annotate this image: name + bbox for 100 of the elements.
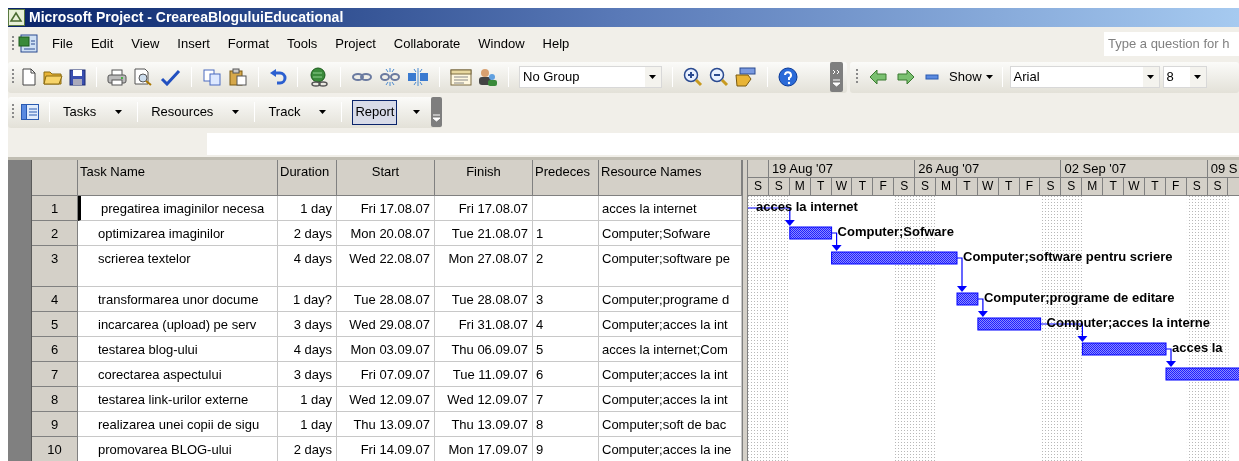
help-icon[interactable] [778,67,798,87]
help-search-field[interactable]: Type a question for h [1104,31,1239,56]
resource-names-cell: Computer;software pe [599,246,742,287]
predecessors-cell [533,196,599,221]
menu-item[interactable]: Window [478,33,525,54]
copy-icon[interactable] [202,68,222,86]
row-number[interactable]: 5 [32,312,78,337]
project-guide-icon[interactable] [21,104,39,120]
row-number[interactable]: 6 [32,337,78,362]
menu-item[interactable]: Project [335,33,376,54]
finish-date-cell: Mon 27.08.07 [435,246,533,287]
predecessors-cell: 6 [533,362,599,387]
timescale-day: W [1124,178,1145,195]
show-menu-button[interactable]: Show [949,67,994,87]
font-size-dropdown[interactable]: 8 [1162,66,1207,88]
dropdown-caret-icon[interactable] [232,110,241,114]
menu-item[interactable]: Tools [287,33,318,54]
minus-icon[interactable] [925,74,939,80]
row-number[interactable]: 10 [32,437,78,461]
save-icon[interactable] [69,68,86,86]
split-task-icon[interactable] [407,67,429,87]
task-information-icon[interactable] [450,68,472,86]
start-date-cell: Wed 22.08.07 [337,246,435,287]
resource-names-cell: Computer;soft de bac [599,412,742,437]
timescale-day: T [1144,178,1166,195]
back-arrow-icon[interactable] [869,69,887,85]
link-icon[interactable] [351,70,373,84]
bar-label: acces la internet [756,199,858,214]
print-preview-icon[interactable] [133,68,153,86]
spelling-check-icon[interactable] [159,68,181,86]
menu-item[interactable]: Help [542,33,570,54]
task-bar[interactable] [789,226,833,240]
unlink-icon[interactable] [379,67,401,87]
row-number[interactable]: 2 [32,221,78,246]
select-all-corner[interactable] [32,160,78,196]
menu-item[interactable]: View [131,33,160,54]
row-number[interactable]: 4 [32,287,78,312]
guide-tab[interactable]: Tasks [60,99,100,125]
row-number[interactable]: 9 [32,412,78,437]
timescale-day: F [1019,178,1041,195]
new-document-icon[interactable] [21,68,37,86]
finish-date-cell: Thu 06.09.07 [435,337,533,362]
pane-splitter[interactable] [742,160,748,461]
column-header[interactable]: Duration [278,160,337,196]
row-number[interactable]: 7 [32,362,78,387]
caret-down-icon [1193,75,1202,79]
bar-label: Computer;software pentru scriere [963,249,1173,264]
globe-link-icon[interactable] [308,67,330,87]
font-dropdown[interactable]: Arial [1009,66,1160,88]
bar-label: Computer;programe de editare [983,290,1175,305]
dropdown-caret-icon[interactable] [115,110,124,114]
timescale-week: 09 S [1207,160,1239,177]
open-folder-icon[interactable] [43,68,63,86]
printer-icon[interactable] [107,68,127,86]
column-header[interactable]: Finish [435,160,533,196]
forward-arrow-icon[interactable] [897,69,915,85]
column-header[interactable]: Predeces [533,160,599,196]
dropdown-caret-icon[interactable] [319,110,328,114]
task-bar[interactable] [831,251,958,265]
dropdown-caret-icon[interactable] [413,110,422,114]
predecessors-cell: 7 [533,387,599,412]
resource-names-cell: Computer;programe d [599,287,742,312]
zoom-in-icon[interactable] [683,67,703,87]
app-icon [8,9,25,26]
menu-item[interactable]: Edit [90,33,114,54]
toolbar-options-icon[interactable] [830,62,843,92]
project-document-icon[interactable] [18,33,40,54]
task-bar[interactable] [1165,367,1239,381]
row-number[interactable]: 1 [32,196,78,221]
task-bar[interactable] [977,317,1042,331]
row-number[interactable]: 3 [32,246,78,287]
timescale-day: S [1040,178,1062,195]
finish-date-cell: Thu 13.09.07 [435,412,533,437]
menu-item[interactable]: Collaborate [393,33,461,54]
zoom-out-icon[interactable] [709,67,729,87]
toolbar-grip-icon [12,103,15,121]
copy-picture-icon[interactable] [735,67,757,87]
guide-tab[interactable]: Report [352,99,398,125]
duration-cell: 4 days [278,246,337,287]
finish-date-cell: Tue 11.09.07 [435,362,533,387]
menu-item[interactable]: File [52,33,73,54]
assign-resources-icon[interactable] [478,68,498,86]
task-bar[interactable] [956,292,979,306]
toolbar-options-icon[interactable] [431,97,443,127]
row-number[interactable]: 8 [32,387,78,412]
bar-label: Computer;Sofware [837,224,954,239]
task-bar[interactable] [1081,342,1167,356]
undo-icon[interactable] [269,68,287,86]
column-header[interactable]: Start [337,160,435,196]
guide-tab[interactable]: Track [265,99,304,125]
start-date-cell: Tue 28.08.07 [337,287,435,312]
guide-tab[interactable]: Resources [148,99,217,125]
duration-cell: 1 day [278,196,337,221]
menu-item[interactable]: Insert [177,33,210,54]
group-dropdown[interactable]: No Group [519,66,662,88]
column-header[interactable]: Resource Names [599,160,742,196]
menu-item[interactable]: Format [227,33,269,54]
column-header[interactable]: Task Name [78,160,278,196]
paste-icon[interactable] [228,68,248,86]
finish-date-cell: Tue 28.08.07 [435,287,533,312]
